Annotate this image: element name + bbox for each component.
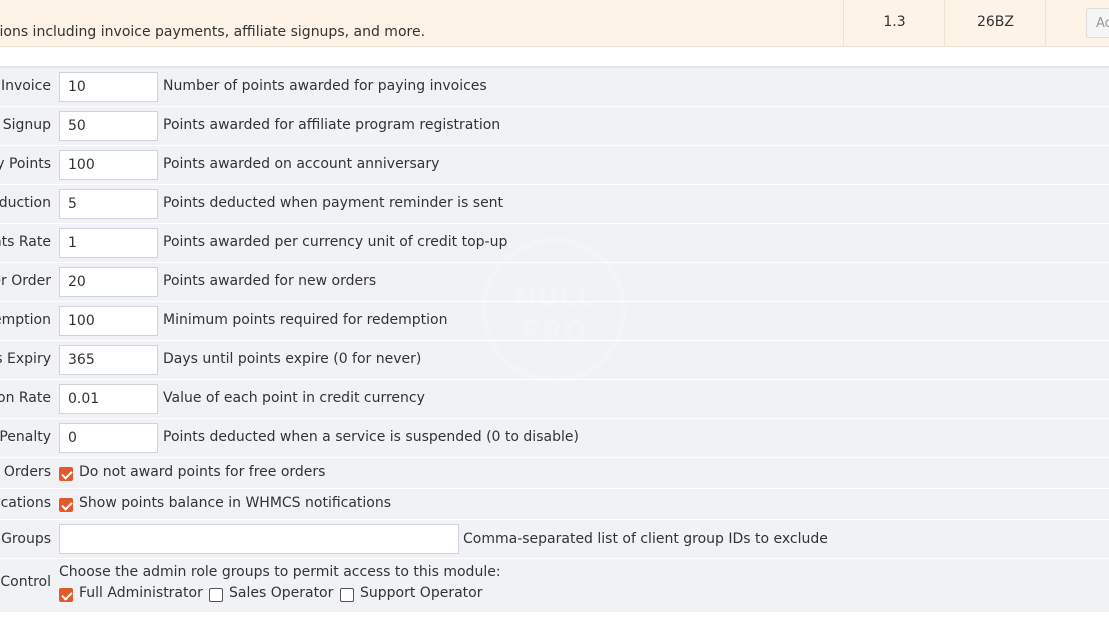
setting-row-reminder-deduction: eduction Points deducted when payment re… bbox=[0, 185, 1109, 224]
setting-label: s Expiry bbox=[0, 351, 51, 367]
module-code: 26BZ bbox=[976, 14, 1014, 30]
setting-label: Groups bbox=[1, 531, 51, 547]
setting-label: r Invoice bbox=[0, 78, 51, 94]
setting-row-notifications: fications Show points balance in WHMCS n… bbox=[0, 489, 1109, 520]
reminder-deduction-input[interactable] bbox=[59, 189, 158, 219]
setting-description: Points awarded for affiliate program reg… bbox=[163, 117, 501, 133]
checkbox-label: Do not award points for free orders bbox=[79, 464, 326, 480]
module-description: tions including invoice payments, affili… bbox=[0, 24, 426, 40]
setting-label: on Rate bbox=[0, 390, 51, 406]
module-code-cell: 26BZ bbox=[944, 0, 1046, 46]
setting-row-conversion-rate: on Rate Value of each point in credit cu… bbox=[0, 380, 1109, 419]
excluded-groups-input[interactable] bbox=[59, 524, 459, 554]
role-sales-operator-checkbox[interactable] bbox=[209, 588, 223, 602]
suspension-penalty-input[interactable] bbox=[59, 423, 158, 453]
invoice-points-input[interactable] bbox=[59, 72, 158, 102]
setting-label: emption bbox=[0, 312, 51, 328]
role-label: Full Administrator bbox=[79, 585, 203, 601]
setting-row-excluded-groups: Groups Comma-separated list of client gr… bbox=[0, 520, 1109, 559]
role-support-operator-checkbox[interactable] bbox=[340, 588, 354, 602]
credit-points-rate-input[interactable] bbox=[59, 228, 158, 258]
setting-label: e Orders bbox=[0, 464, 51, 480]
module-version: 1.3 bbox=[883, 14, 906, 30]
setting-label: fications bbox=[0, 495, 51, 511]
setting-label: nts Rate bbox=[0, 234, 51, 250]
setting-label: eduction bbox=[0, 195, 51, 211]
setting-row-access-control: Control Choose the admin role groups to … bbox=[0, 559, 1109, 611]
exclude-free-orders-checkbox[interactable] bbox=[59, 467, 73, 481]
setting-description: Points awarded on account anniversary bbox=[163, 156, 440, 172]
setting-row-affiliate-signup: e Signup Points awarded for affiliate pr… bbox=[0, 107, 1109, 146]
module-version-cell: 1.3 bbox=[843, 0, 945, 46]
role-label: Support Operator bbox=[360, 585, 483, 601]
setting-label: Penalty bbox=[0, 429, 51, 445]
show-balance-notifications-checkbox[interactable] bbox=[59, 498, 73, 512]
affiliate-signup-points-input[interactable] bbox=[59, 111, 158, 141]
setting-row-anniversary: y Points Points awarded on account anniv… bbox=[0, 146, 1109, 185]
setting-row-order: er Order Points awarded for new orders bbox=[0, 263, 1109, 302]
checkbox-label: Show points balance in WHMCS notificatio… bbox=[79, 495, 392, 511]
anniversary-points-input[interactable] bbox=[59, 150, 158, 180]
conversion-rate-input[interactable] bbox=[59, 384, 158, 414]
bottom-strip bbox=[0, 612, 1109, 624]
setting-label: y Points bbox=[0, 156, 51, 172]
module-row: tions including invoice payments, affili… bbox=[0, 0, 1109, 47]
points-expiry-input[interactable] bbox=[59, 345, 158, 375]
setting-description: Number of points awarded for paying invo… bbox=[163, 78, 487, 94]
setting-row-invoice: r Invoice Number of points awarded for p… bbox=[0, 68, 1109, 107]
settings-panel: r Invoice Number of points awarded for p… bbox=[0, 66, 1109, 612]
setting-description: Comma-separated list of client group IDs… bbox=[463, 531, 828, 547]
order-points-input[interactable] bbox=[59, 267, 158, 297]
setting-row-free-orders: e Orders Do not award points for free or… bbox=[0, 458, 1109, 489]
setting-row-redemption: emption Minimum points required for rede… bbox=[0, 302, 1109, 341]
setting-row-credit-rate: nts Rate Points awarded per currency uni… bbox=[0, 224, 1109, 263]
setting-row-expiry: s Expiry Days until points expire (0 for… bbox=[0, 341, 1109, 380]
setting-description: Value of each point in credit currency bbox=[163, 390, 425, 406]
access-control-intro: Choose the admin role groups to permit a… bbox=[59, 564, 501, 580]
setting-description: Points awarded per currency unit of cred… bbox=[163, 234, 508, 250]
setting-description: Minimum points required for redemption bbox=[163, 312, 448, 328]
setting-label: e Signup bbox=[0, 117, 51, 133]
setting-label: er Order bbox=[0, 273, 51, 289]
setting-description: Days until points expire (0 for never) bbox=[163, 351, 422, 367]
min-redemption-input[interactable] bbox=[59, 306, 158, 336]
role-label: Sales Operator bbox=[229, 585, 334, 601]
setting-label: Control bbox=[0, 574, 51, 590]
module-action-button[interactable]: Ac bbox=[1086, 8, 1109, 38]
setting-row-suspension-penalty: Penalty Points deducted when a service i… bbox=[0, 419, 1109, 458]
role-full-administrator-checkbox[interactable] bbox=[59, 588, 73, 602]
setting-description: Points deducted when payment reminder is… bbox=[163, 195, 504, 211]
setting-description: Points deducted when a service is suspen… bbox=[163, 429, 579, 445]
setting-description: Points awarded for new orders bbox=[163, 273, 377, 289]
